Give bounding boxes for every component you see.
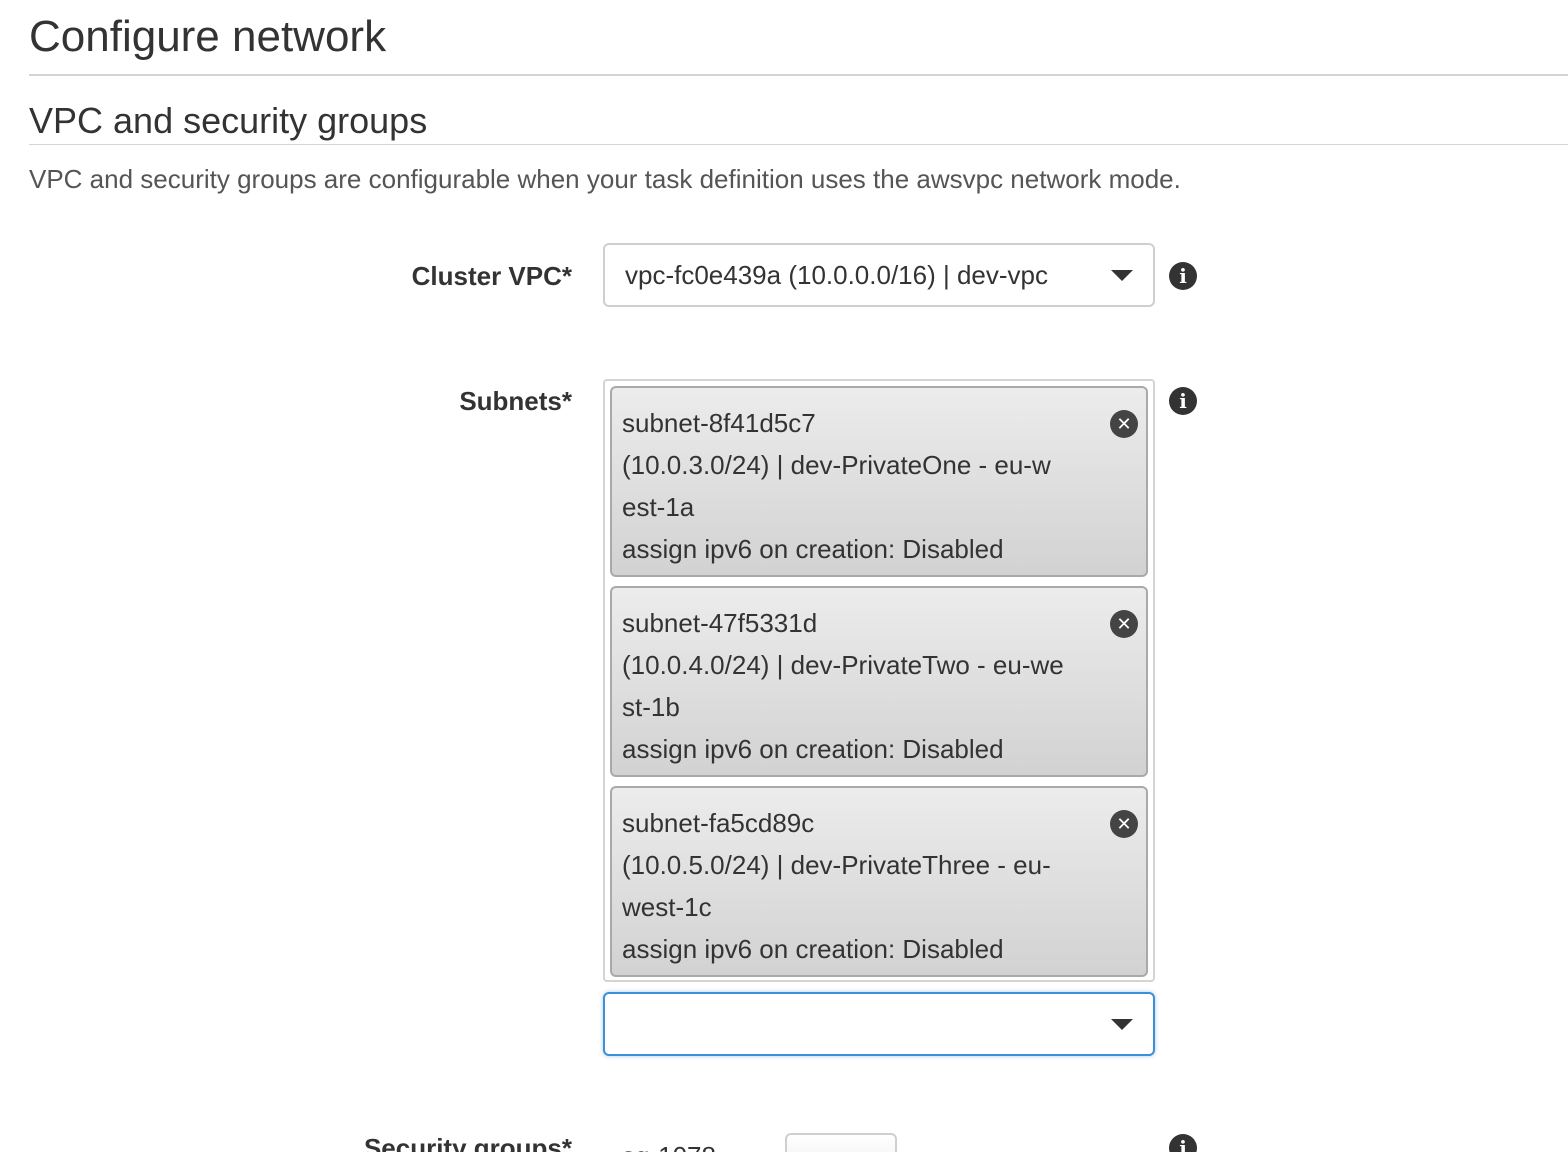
cluster-vpc-select[interactable]: vpc-fc0e439a (10.0.0.0/16) | dev-vpc xyxy=(603,243,1155,307)
add-subnet-select[interactable] xyxy=(603,992,1155,1056)
info-icon[interactable]: i xyxy=(1169,1134,1197,1152)
close-icon[interactable]: ✕ xyxy=(1110,810,1138,838)
security-groups-edit-button[interactable] xyxy=(785,1133,897,1152)
subnet-chip: subnet-8f41d5c7 (10.0.3.0/24) | dev-Priv… xyxy=(610,386,1148,577)
section-divider xyxy=(29,144,1568,145)
section-description: VPC and security groups are configurable… xyxy=(29,164,1181,194)
title-divider xyxy=(29,74,1568,76)
configure-network-page: Configure network VPC and security group… xyxy=(0,0,1568,1152)
subnet-chip: subnet-fa5cd89c (10.0.5.0/24) | dev-Priv… xyxy=(610,786,1148,977)
info-icon[interactable]: i xyxy=(1169,262,1197,290)
subnet-chip-text: subnet-fa5cd89c (10.0.5.0/24) | dev-Priv… xyxy=(622,808,1051,964)
subnet-chip-text: subnet-8f41d5c7 (10.0.3.0/24) | dev-Priv… xyxy=(622,408,1051,564)
caret-down-icon[interactable] xyxy=(1111,270,1133,281)
close-icon[interactable]: ✕ xyxy=(1110,410,1138,438)
caret-down-icon[interactable] xyxy=(1111,1019,1133,1030)
page-title: Configure network xyxy=(29,12,387,61)
subnet-chip-text: subnet-47f5331d (10.0.4.0/24) | dev-Priv… xyxy=(622,608,1064,764)
info-icon[interactable]: i xyxy=(1169,387,1197,415)
security-group-id: sg-1078 xyxy=(622,1140,716,1152)
section-title: VPC and security groups xyxy=(29,100,428,141)
subnet-chip: subnet-47f5331d (10.0.4.0/24) | dev-Priv… xyxy=(610,586,1148,777)
cluster-vpc-label: Cluster VPC* xyxy=(411,261,572,291)
security-groups-label: Security groups* xyxy=(363,1133,572,1152)
close-icon[interactable]: ✕ xyxy=(1110,610,1138,638)
subnets-label: Subnets* xyxy=(459,386,572,416)
cluster-vpc-value: vpc-fc0e439a (10.0.0.0/16) | dev-vpc xyxy=(625,259,1048,290)
selected-subnets-list: subnet-8f41d5c7 (10.0.3.0/24) | dev-Priv… xyxy=(603,379,1155,982)
